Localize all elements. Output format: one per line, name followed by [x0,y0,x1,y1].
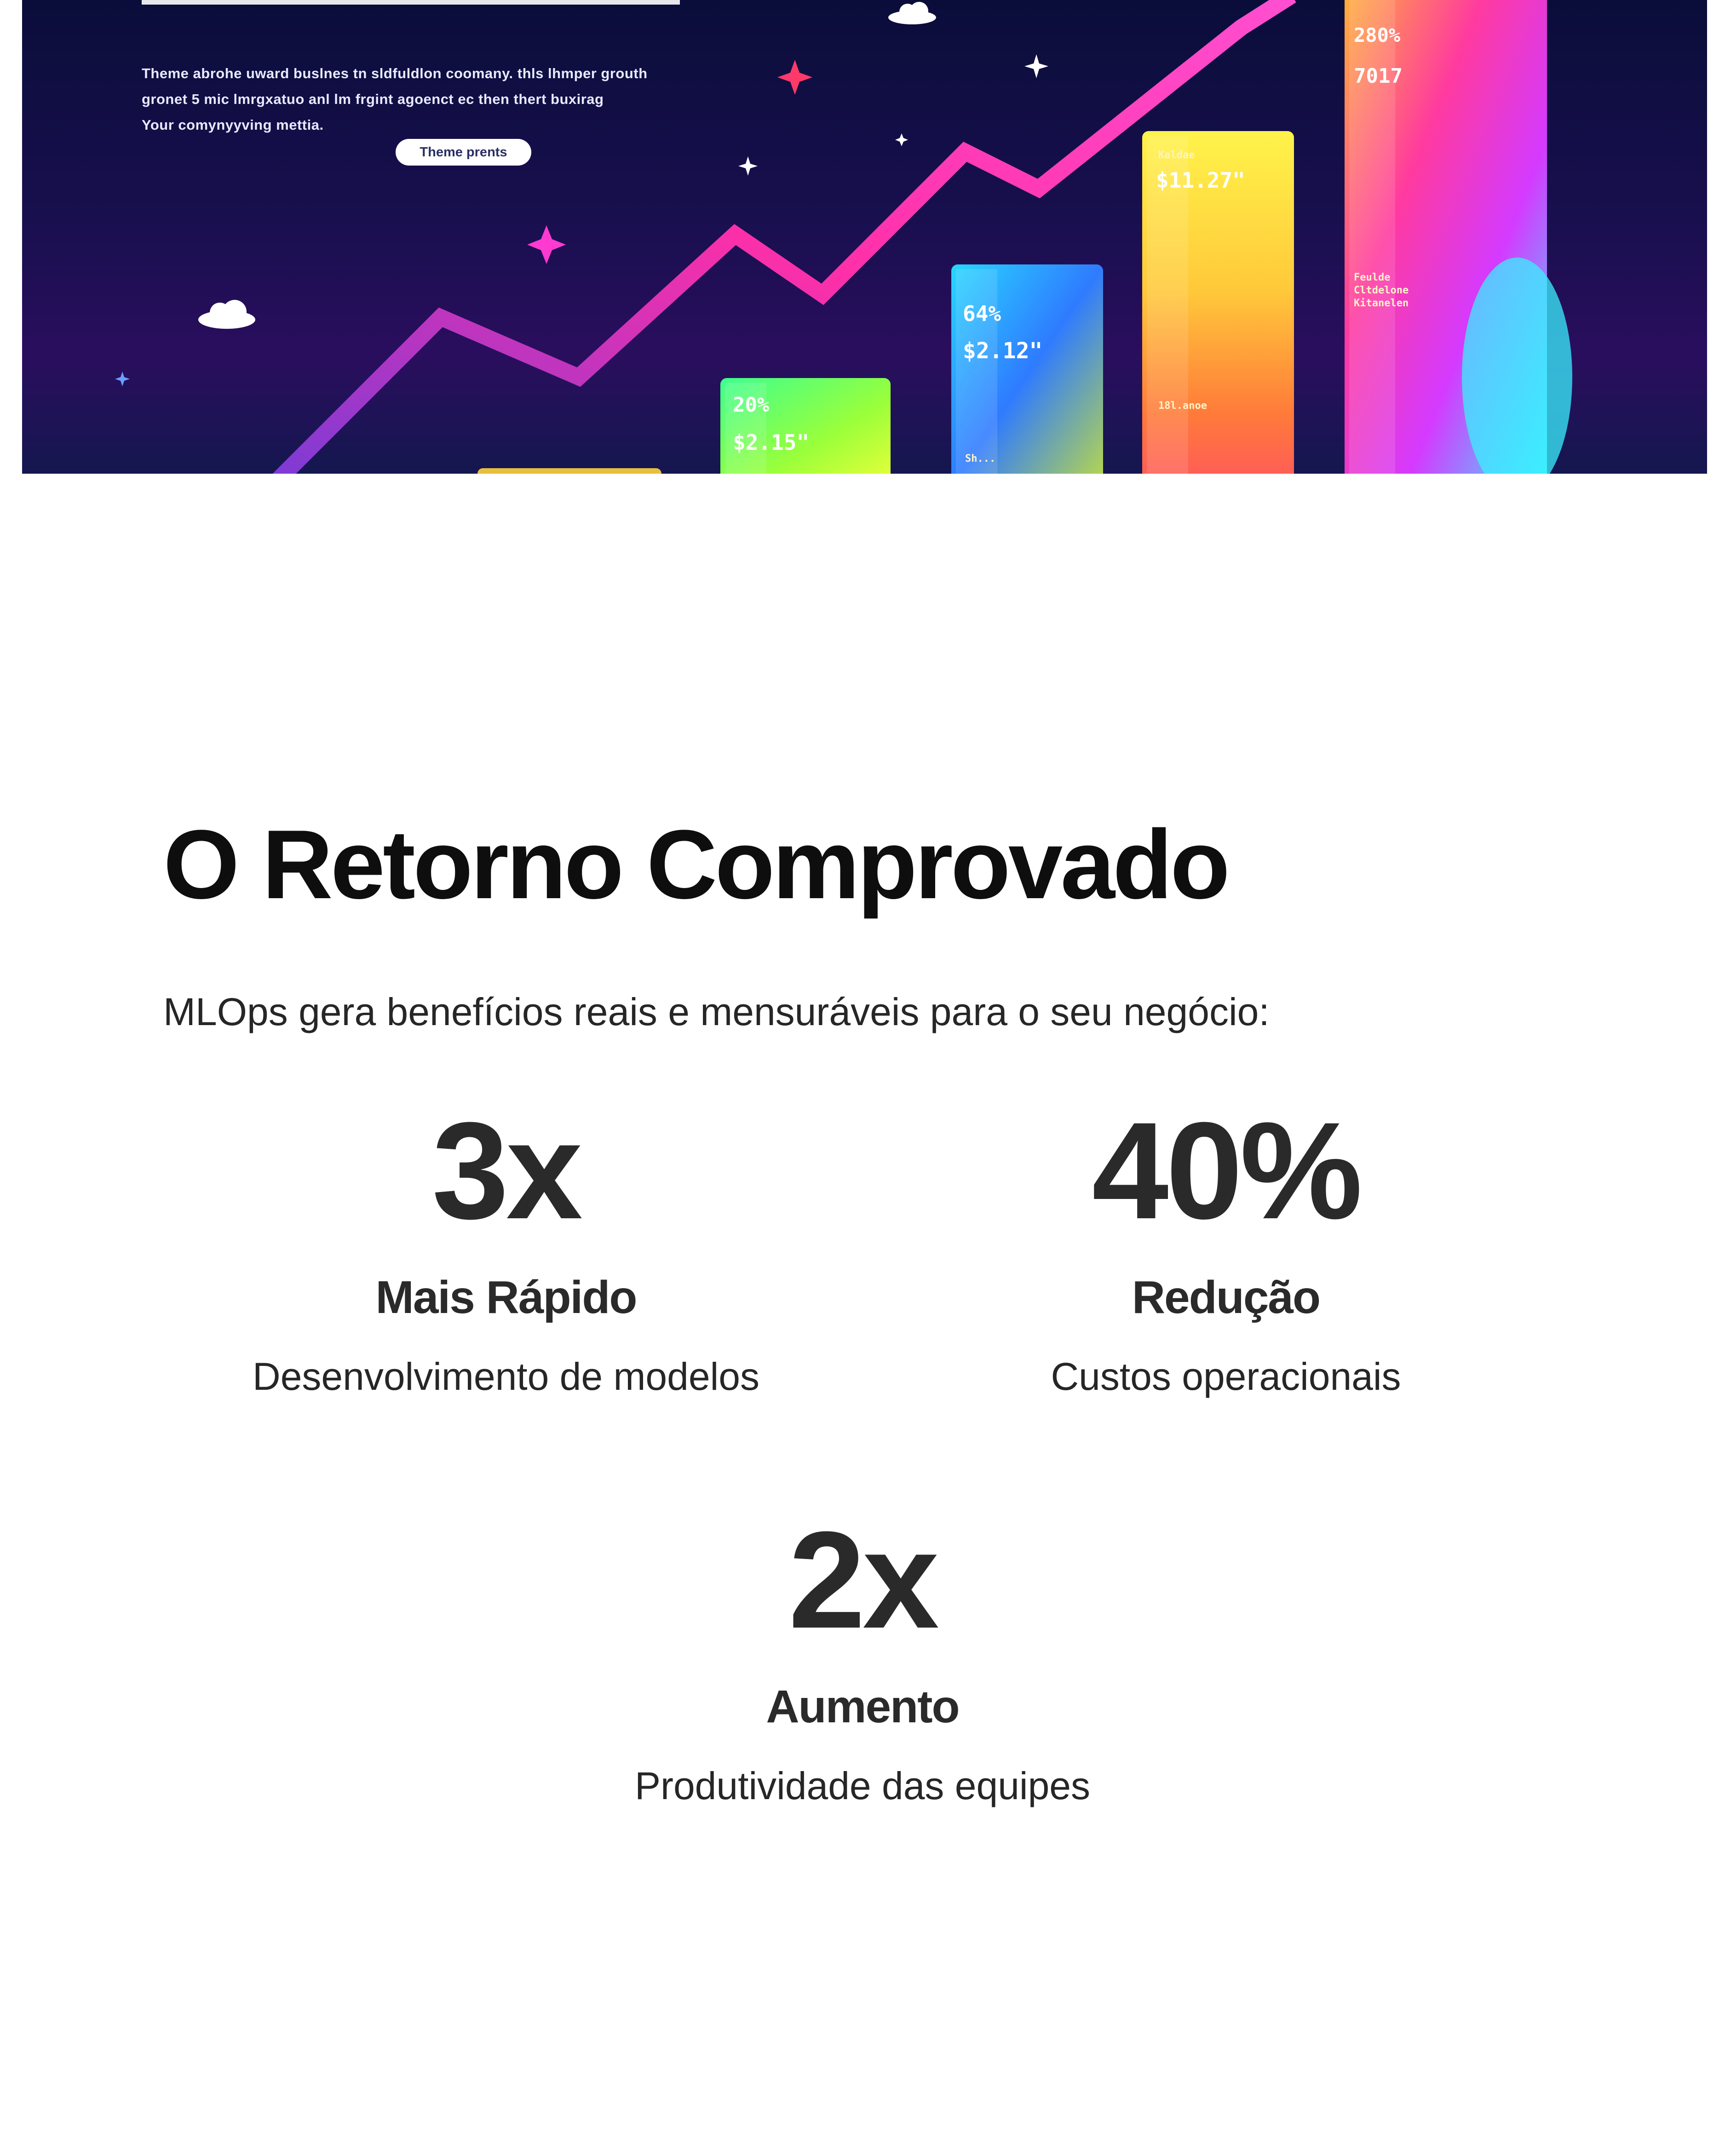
hero-paragraph-line: Your comynyyving mettia. [142,117,324,133]
bar-2 [951,264,1103,474]
theme-prints-button[interactable]: Theme prents [396,139,531,166]
hero-illustration: Theme abrohe uward buslnes tn sldfuldlon… [22,0,1707,474]
stat-description: Custos operacionais [1051,1355,1401,1398]
stat-title: Aumento [766,1681,960,1732]
bar-1-amount: $2.15" [733,430,810,455]
stat-value: 2x [788,1502,939,1657]
hero-paragraph-line: Theme abrohe uward buslnes tn sldfuldlon… [142,65,648,81]
hero-paragraph-line: gronet 5 mic lmrgxatuo anl lm frgint ago… [142,91,604,107]
stat-title: Mais Rápido [375,1272,638,1323]
bar-2-percent: 64% [963,301,1001,326]
stat-title: Redução [1132,1272,1321,1323]
section-intro: MLOps gera benefícios reais e mensurávei… [163,990,1270,1033]
hero-paragraph: Theme abrohe uward buslnes tn sldfuldlon… [142,61,717,138]
stat-card: 2x Aumento Produtividade das equipes [529,1506,1196,1809]
bar-2-amount: $2.12" [963,338,1043,364]
stat-value: 40% [1092,1093,1363,1248]
bar-4-percent: 280% [1354,24,1401,46]
bar-1 [720,378,891,474]
bar-1-percent: 20% [733,393,770,417]
bar-2-note: Sh... [965,453,996,464]
cropped-headline [142,0,680,5]
stat-card: 40% Redução Custos operacionais [892,1097,1559,1399]
bar-0-cropped [477,468,661,474]
stat-description: Desenvolvimento de modelos [253,1355,759,1398]
stat-card: 3x Mais Rápido Desenvolvimento de modelo… [172,1097,840,1399]
bar-3-caption: Kaldae [1158,149,1195,161]
bar-3-amount: $11.27" [1156,168,1245,193]
stat-value: 3x [432,1093,583,1248]
stat-description: Produtividade das equipes [634,1764,1091,1807]
bar-3-note: 18l.anoe [1158,400,1207,412]
bar-4-note: Feulde Cltdelone Kitanelen [1354,272,1409,309]
bar-4-value: 7017 [1354,64,1403,88]
page-title: O Retorno Comprovado [163,810,1230,919]
